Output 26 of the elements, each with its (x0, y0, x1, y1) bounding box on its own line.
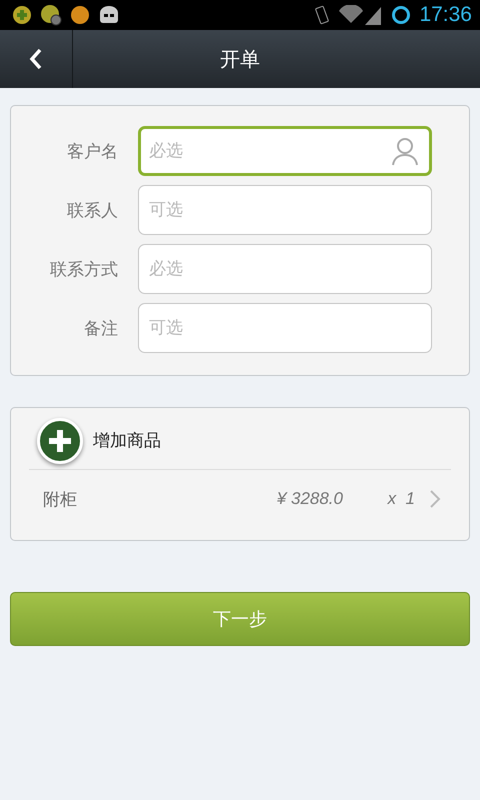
add-product-label: 增加商品 (93, 430, 161, 452)
dot-icon (70, 5, 90, 25)
back-icon (29, 48, 43, 70)
product-price: ¥ 3288.0 (276, 489, 343, 509)
person-icon[interactable] (390, 136, 420, 166)
next-button[interactable]: 下一步 (10, 592, 470, 646)
signal-icon (339, 5, 384, 25)
add-button[interactable] (37, 418, 83, 464)
robot-icon (98, 5, 120, 25)
field-label: 联系人 (66, 200, 119, 222)
input-field[interactable]: 可选 (138, 303, 432, 353)
notification-icon (12, 5, 32, 25)
input-field[interactable]: 可选 (138, 185, 432, 235)
field-label: 联系方式 (49, 258, 119, 280)
circle-icon (391, 5, 412, 25)
plus-icon (47, 428, 73, 454)
notification-icon (40, 4, 62, 26)
input-field[interactable]: 必选 (138, 126, 432, 176)
product-quantity: x 1 (388, 489, 415, 509)
product-name: 附柜 (43, 488, 78, 510)
clock-time: 17:36 (419, 3, 472, 27)
field-label: 客户名 (66, 140, 119, 162)
input-field[interactable]: 必选 (138, 244, 432, 294)
vibrate-icon (313, 4, 332, 26)
page-title: 开单 (219, 46, 261, 72)
field-label: 备注 (83, 318, 119, 340)
